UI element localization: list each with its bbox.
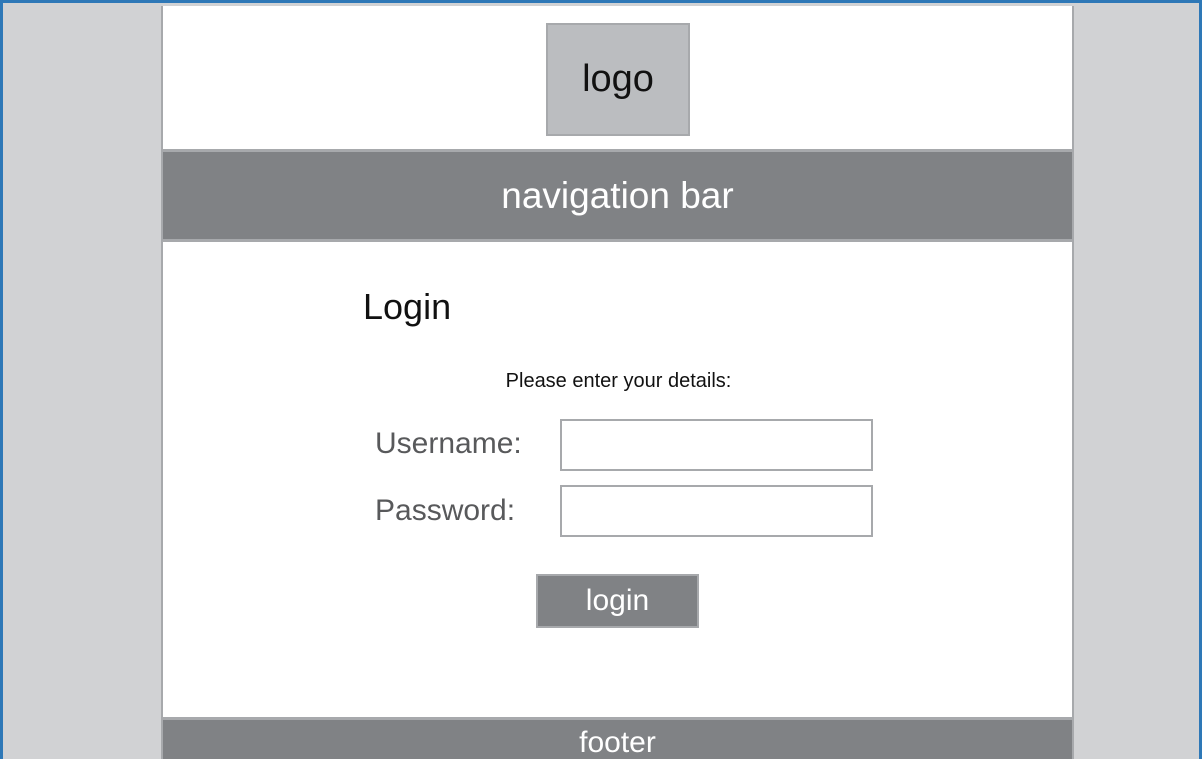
login-title: Login xyxy=(363,286,452,327)
password-input[interactable] xyxy=(560,485,873,537)
logo-label: logo xyxy=(582,58,654,100)
username-label: Username: xyxy=(375,427,522,460)
logo-placeholder: logo xyxy=(546,23,690,136)
browser-frame: logo navigation bar Login Please enter y… xyxy=(0,0,1202,759)
login-instructions-text: Please enter your details: xyxy=(505,370,732,392)
login-instructions: Please enter your details: xyxy=(163,370,1072,393)
footer: footer xyxy=(163,717,1072,759)
page-content-area: logo navigation bar Login Please enter y… xyxy=(161,6,1074,759)
navigation-bar-label: navigation bar xyxy=(501,174,734,216)
login-button[interactable]: login xyxy=(536,574,699,628)
navigation-bar[interactable]: navigation bar xyxy=(163,149,1072,242)
footer-label: footer xyxy=(579,726,656,759)
password-label: Password: xyxy=(375,494,516,527)
username-input[interactable] xyxy=(560,419,873,471)
